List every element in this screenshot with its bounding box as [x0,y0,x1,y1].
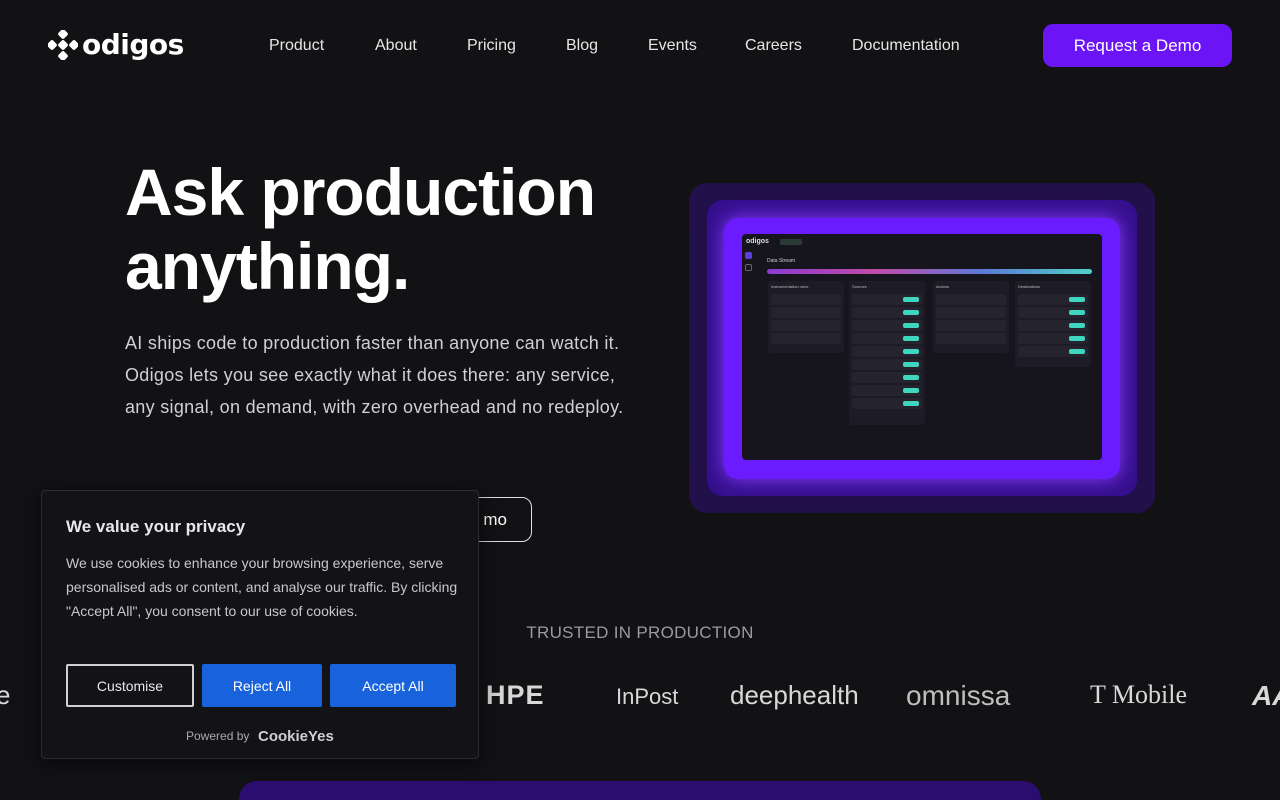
nav-link-documentation[interactable]: Documentation [852,36,960,56]
customer-logo-hpe: HPE [486,680,545,710]
preview-column-rules: Instrumentation rules [768,281,844,353]
hero-subtitle: AI ships code to production faster than … [125,333,624,417]
nav-link-product[interactable]: Product [269,36,324,56]
hero-title-line2: anything. [125,229,410,303]
hero-title: Ask production anything. [125,155,685,303]
cookieyes-logo[interactable]: CookieYes [258,728,334,745]
cookie-reject-all-button[interactable]: Reject All [202,664,322,707]
cookie-accept-all-button[interactable]: Accept All [330,664,456,707]
preview-column-actions: Actions [933,281,1009,353]
preview-sidebar [745,252,755,292]
nav-link-events[interactable]: Events [648,36,697,56]
nav-link-careers[interactable]: Careers [745,36,802,56]
preview-column-destinations: Destinations [1015,281,1091,367]
preview-title: Data Stream [767,258,796,264]
cookie-customise-button[interactable]: Customise [66,664,194,707]
preview-logo: odigos [746,238,769,245]
preview-flow-bar [767,269,1092,274]
cookie-text: We use cookies to enhance your browsing … [66,555,458,619]
bottom-section-band [239,781,1041,800]
nav-link-pricing[interactable]: Pricing [467,36,516,56]
preview-column-title: Destinations [1018,284,1041,289]
customer-logo: e [0,680,11,710]
preview-column-title: Sources [852,284,867,289]
product-preview-screen: odigos Data Stream Instrumentation rules… [742,234,1102,460]
preview-column-sources: Sources [849,281,925,425]
customer-logo-deephealth: deephealth [730,680,859,710]
nav-link-blog[interactable]: Blog [566,36,598,56]
top-nav: odigos Product About Pricing Blog Events… [0,0,1280,92]
request-demo-button[interactable]: Request a Demo [1043,24,1232,67]
cookie-title: We value your privacy [66,517,246,536]
preview-tag [780,239,802,245]
customer-logo-omnissa: omnissa [906,680,1011,711]
customer-logo-tmobile: T Mobile [1090,680,1188,709]
preview-column-title: Instrumentation rules [771,284,809,289]
customer-logo-aa: AA [1252,680,1280,711]
preview-column-title: Actions [936,284,950,289]
nav-link-about[interactable]: About [375,36,417,56]
cookie-powered-by: Powered by [186,729,250,743]
hero-title-line1: Ask production [125,155,596,229]
customer-logo-inpost: InPost [616,684,679,709]
cookie-consent-banner: We value your privacy We use cookies to … [41,490,479,759]
